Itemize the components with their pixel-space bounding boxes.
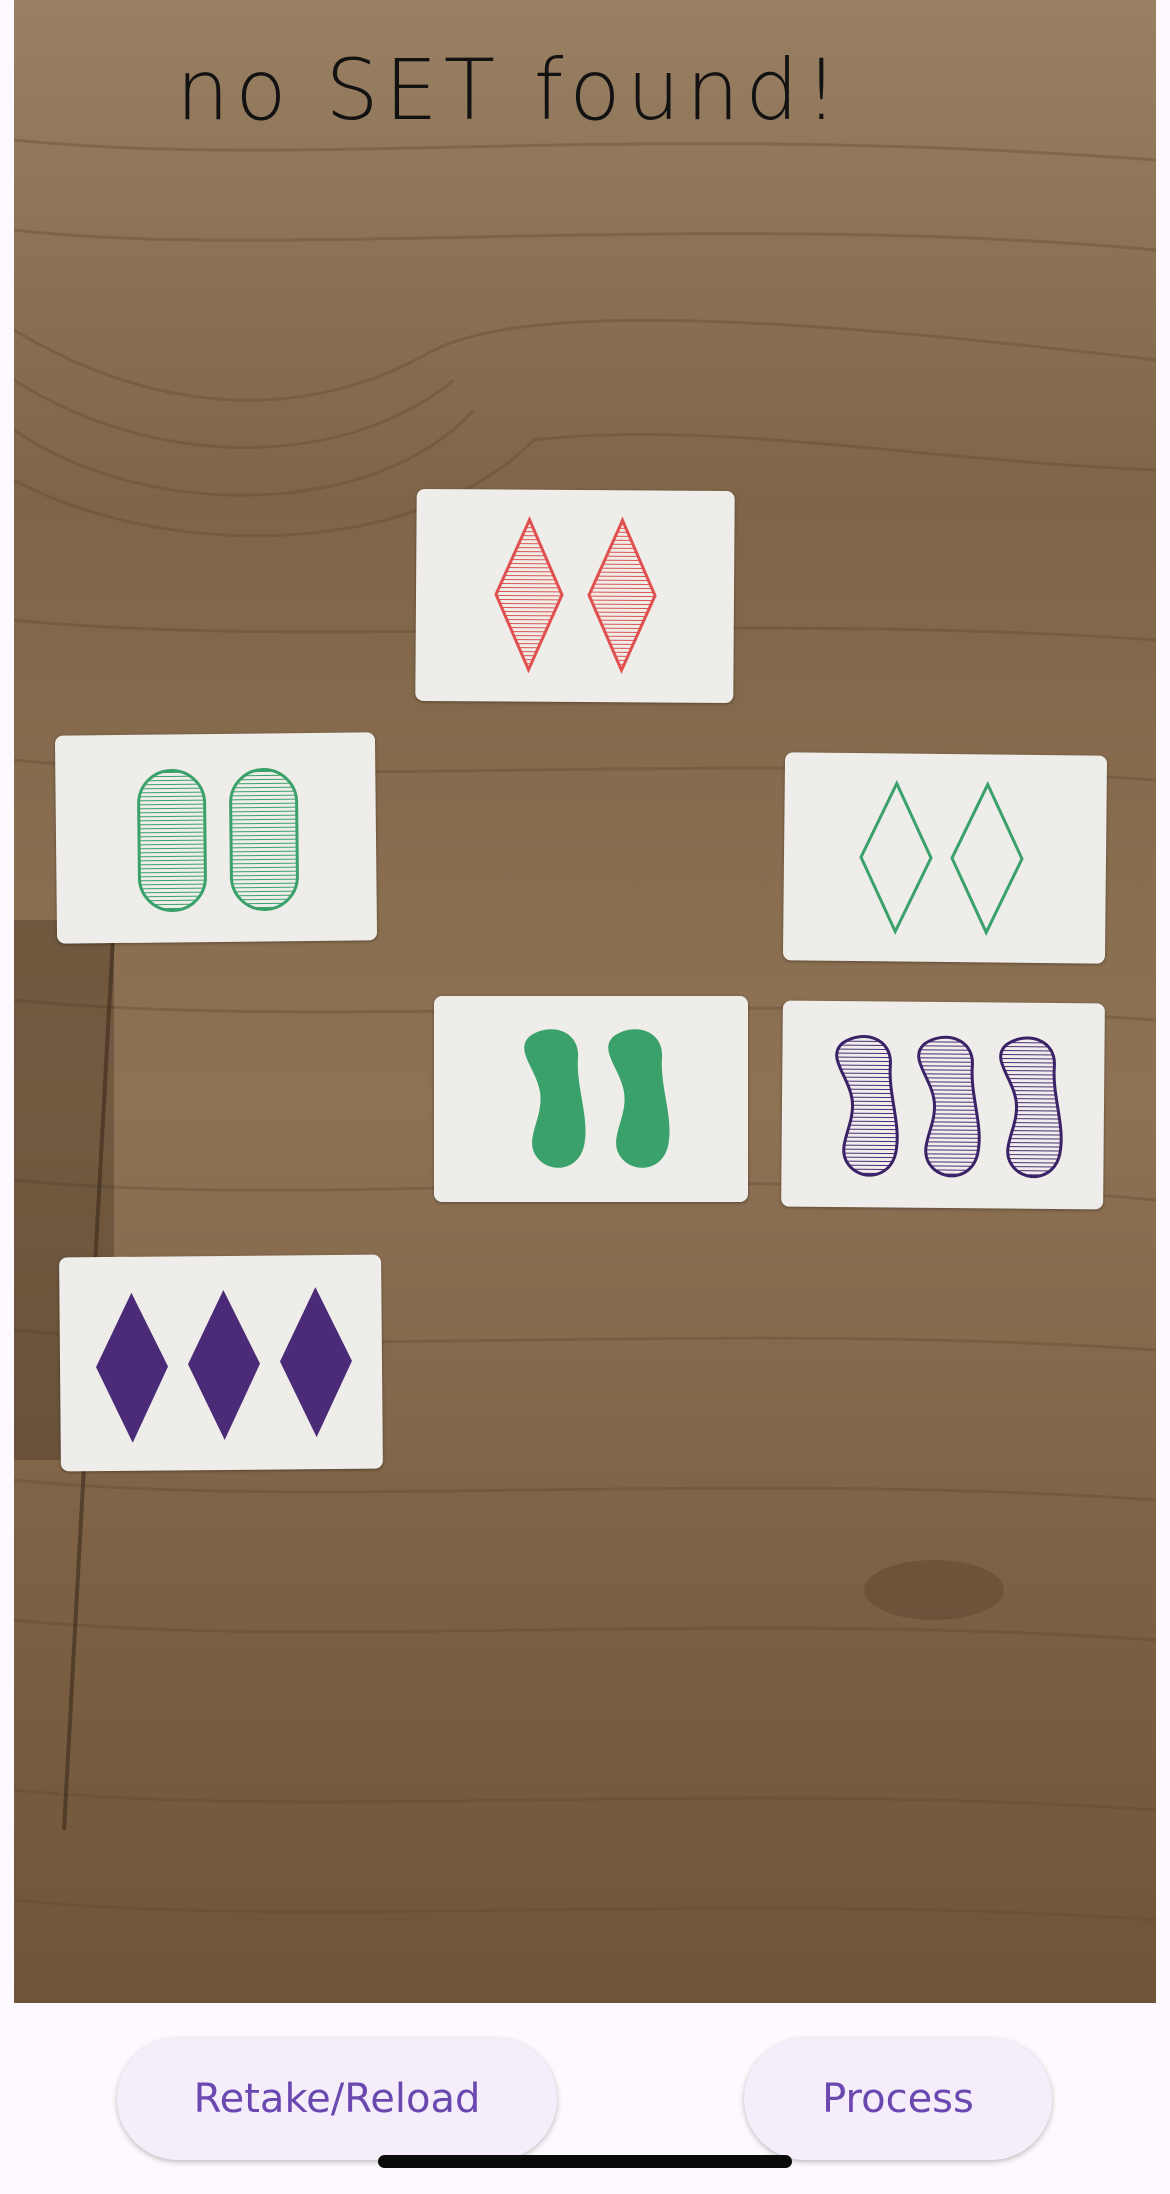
card-two-green-striped-ovals xyxy=(54,732,378,944)
green-diamond-shape xyxy=(859,779,933,935)
green-oval-shape xyxy=(229,767,299,911)
green-squiggle-shape xyxy=(608,1029,670,1168)
green-oval-shape xyxy=(137,768,207,912)
purple-diamond-shape xyxy=(188,1289,261,1440)
card-two-green-open-diamonds xyxy=(782,752,1108,964)
process-button[interactable]: Process xyxy=(744,2038,1052,2160)
purple-diamond-shape xyxy=(96,1292,169,1443)
card-two-green-solid-squiggles xyxy=(434,996,748,1202)
card-two-red-striped-diamonds xyxy=(415,488,735,704)
purple-squiggle-shape xyxy=(999,1036,1063,1179)
red-diamond-shape xyxy=(587,516,657,675)
purple-squiggle-shape xyxy=(917,1035,981,1178)
purple-squiggle-shape xyxy=(835,1035,899,1177)
camera-photo: no SET found! xyxy=(14,0,1156,2003)
green-diamond-shape xyxy=(950,780,1024,936)
red-diamond-shape xyxy=(494,515,564,674)
card-three-purple-striped-squiggles xyxy=(781,1000,1105,1210)
retake-reload-button[interactable]: Retake/Reload xyxy=(117,2038,557,2160)
card-three-purple-solid-diamonds xyxy=(59,1254,383,1472)
purple-diamond-shape xyxy=(279,1287,352,1438)
home-indicator[interactable] xyxy=(378,2155,792,2168)
green-squiggle-shape xyxy=(524,1029,586,1168)
status-message: no SET found! xyxy=(176,41,845,139)
